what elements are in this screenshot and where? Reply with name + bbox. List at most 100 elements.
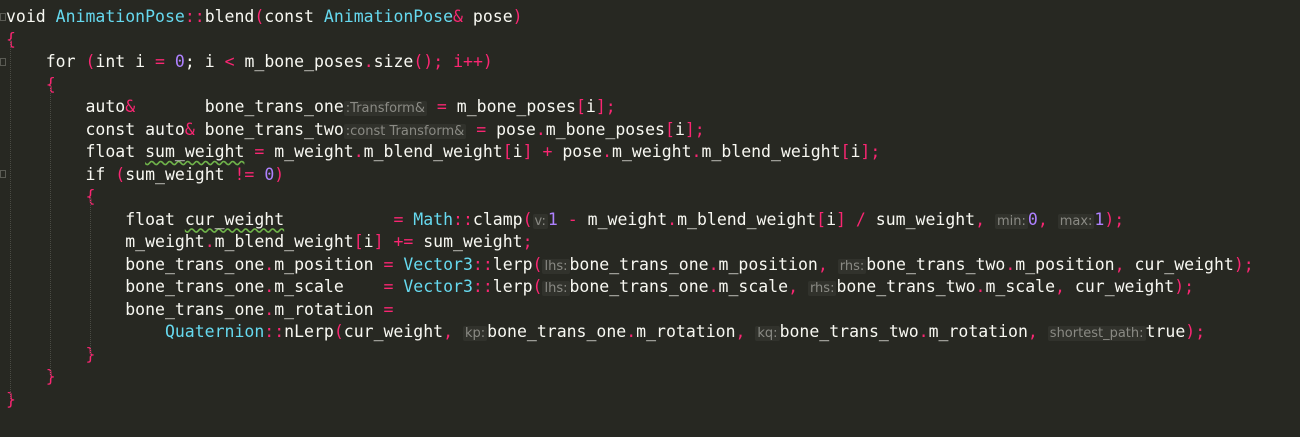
code-token: } <box>6 367 56 386</box>
code-token: ( <box>532 254 543 274</box>
code-line[interactable]: void AnimationPose::blend(const Animatio… <box>6 6 1300 29</box>
code-token: i <box>674 119 685 139</box>
code-token: Vector3 <box>393 254 473 274</box>
code-token: [ <box>575 97 586 116</box>
code-token: nLerp <box>284 322 334 341</box>
code-token: != <box>234 164 255 184</box>
code-token: . <box>708 277 719 296</box>
code-line[interactable]: bone_trans_one.m_scale = Vector3::lerp(l… <box>6 276 1300 299</box>
inlay-hint: :Transform& <box>343 101 427 116</box>
code-token: i <box>826 209 837 229</box>
code-token: ; i <box>184 52 225 71</box>
code-token: pose <box>562 142 603 161</box>
code-token: ] / <box>836 209 876 229</box>
code-token: bone_trans_one <box>135 97 344 116</box>
code-token: sum_weight <box>145 142 245 161</box>
code-token: , <box>1114 254 1135 274</box>
code-line[interactable]: } <box>6 389 1300 412</box>
code-line[interactable]: const auto& bone_trans_two:const Transfo… <box>6 119 1300 142</box>
code-token: & <box>453 7 473 26</box>
fold-toggle-icon[interactable] <box>0 13 6 21</box>
code-token: . <box>204 232 215 251</box>
code-token: cur_weight <box>1074 277 1175 296</box>
code-token: :: <box>184 7 205 26</box>
inlay-hint: lhs: <box>542 281 570 296</box>
code-token: float <box>6 142 146 161</box>
code-line[interactable]: } <box>6 344 1300 367</box>
code-token: = <box>254 142 265 161</box>
code-token: , <box>788 277 808 296</box>
code-token: , <box>1037 209 1058 229</box>
code-token: m_rotation <box>274 299 384 319</box>
code-token: cur_weight <box>1134 254 1234 274</box>
code-token: . <box>667 209 678 229</box>
code-token: if <box>6 164 116 184</box>
code-token: & <box>184 119 195 139</box>
code-token: [ <box>665 119 675 139</box>
code-token: true <box>1145 322 1186 341</box>
inlay-hint: min: <box>995 213 1028 229</box>
code-line[interactable]: if (sum_weight != 0) <box>6 164 1300 187</box>
code-token: . <box>975 277 986 296</box>
code-token: (); i <box>413 52 464 71</box>
code-token: m_bone_poses <box>545 119 665 139</box>
inlay-hint: shortest_path: <box>1047 326 1146 341</box>
inlay-hint: max: <box>1057 213 1095 229</box>
code-token: bone_trans_one <box>569 254 709 274</box>
code-token: i <box>135 52 156 71</box>
inlay-hint: lhs: <box>542 258 570 274</box>
code-line[interactable]: } <box>6 366 1300 389</box>
code-token: . <box>353 142 364 161</box>
code-token: m_scale <box>985 277 1056 296</box>
code-token: ]; <box>684 119 705 139</box>
code-line[interactable]: m_weight.m_blend_weight[i] += sum_weight… <box>6 231 1300 254</box>
code-line[interactable]: { <box>6 74 1300 97</box>
code-token: :: <box>264 322 285 341</box>
code-line[interactable]: bone_trans_one.m_position = Vector3::ler… <box>6 254 1300 277</box>
code-token: :: <box>472 277 493 296</box>
code-token: bone_trans_one <box>6 254 265 274</box>
code-token: { <box>6 74 56 94</box>
code-token: . <box>535 119 546 139</box>
code-token: m_position <box>718 254 818 274</box>
code-token: sum_weight <box>423 232 523 251</box>
code-token: ] + <box>522 142 563 161</box>
code-token: cur_weight <box>343 322 444 341</box>
code-line[interactable]: float sum_weight = m_weight.m_blend_weig… <box>6 141 1300 164</box>
code-token: m_bone_poses <box>234 52 364 71</box>
code-token: int <box>95 52 136 71</box>
code-token: m_position <box>274 254 384 274</box>
code-token: = <box>383 277 394 296</box>
fold-toggle-icon[interactable] <box>0 170 6 178</box>
code-line[interactable]: Quaternion::nLerp(cur_weight, kp: bone_tr… <box>6 321 1300 344</box>
code-token: [ <box>353 232 364 251</box>
code-token: . <box>264 277 275 296</box>
indent-guide <box>50 86 51 376</box>
inlay-hint: v: <box>532 213 548 229</box>
code-line[interactable]: { <box>6 186 1300 209</box>
code-token: ); <box>1233 254 1254 274</box>
code-token: . <box>691 142 702 161</box>
code-editor[interactable]: void AnimationPose::blend(const Animatio… <box>0 0 1300 437</box>
code-token: , <box>975 209 995 229</box>
code-token: :: <box>472 254 493 274</box>
code-token: i <box>850 142 861 161</box>
fold-toggle-icon[interactable] <box>0 58 6 66</box>
code-token: pose <box>472 7 513 26</box>
code-token: ); <box>1185 322 1206 341</box>
code-line[interactable]: for (int i = 0; i < m_bone_poses.size();… <box>6 51 1300 74</box>
code-line[interactable]: float cur_weight = Math::clamp(v: 1 - m_w… <box>6 209 1300 232</box>
indent-guide <box>10 40 11 398</box>
code-token: bone_trans_two <box>194 119 344 139</box>
code-line[interactable]: bone_trans_one.m_rotation = <box>6 299 1300 322</box>
code-token: i <box>585 97 596 116</box>
code-token: void <box>6 7 56 26</box>
code-line[interactable]: { <box>6 29 1300 52</box>
code-line[interactable]: auto& bone_trans_one:Transform& = m_bone… <box>6 96 1300 119</box>
code-token: Vector3 <box>393 277 473 296</box>
code-token: ( <box>115 164 126 184</box>
code-token: bone_trans_one <box>487 322 627 341</box>
code-token: ) <box>274 164 285 184</box>
